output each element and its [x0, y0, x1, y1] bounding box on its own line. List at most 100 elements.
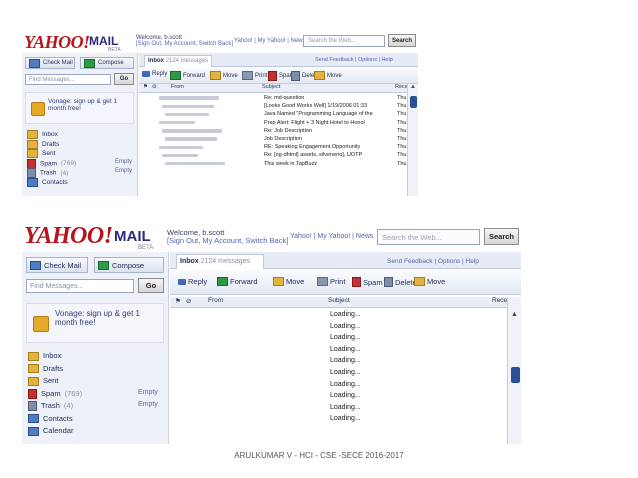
attach-column-icon[interactable]: ⊘ — [186, 297, 191, 305]
account-links[interactable]: [Sign Out, My Account, Switch Back] — [136, 41, 233, 47]
toolbar-reply-button[interactable]: Reply — [142, 71, 167, 77]
folder-spam[interactable]: Spam (769) — [28, 389, 82, 399]
go-button[interactable]: Go — [114, 73, 134, 85]
message-row[interactable]: Prep Alert: Flight + 3 Night Hotel to Ho… — [139, 119, 407, 127]
folder-spam[interactable]: Spam (769) — [27, 158, 76, 169]
find-messages-input[interactable]: Find Messages... — [25, 74, 111, 85]
flag-column-icon[interactable]: ⚑ — [143, 84, 148, 90]
move-icon — [414, 277, 425, 286]
check-mail-button[interactable]: Check Mail — [25, 57, 75, 69]
subject-column-header[interactable]: Subject — [262, 84, 280, 90]
empty-trash-link[interactable]: Empty — [115, 168, 132, 174]
from-column-header[interactable]: From — [171, 84, 184, 90]
subject-column-header[interactable]: Subject — [328, 297, 350, 304]
folder-list: Inbox Drafts Sent Spam (769) Empty Trash (4) Emp… — [28, 351, 166, 444]
scroll-up-arrow[interactable]: ▲ — [410, 84, 416, 90]
help-links[interactable]: Send Feedback | Options | Help — [387, 258, 479, 265]
message-row[interactable]: This week in TapBuzz Thu, — [139, 160, 407, 168]
folder-inbox[interactable]: Inbox — [27, 130, 62, 139]
toolbar-print-button[interactable]: Print — [317, 277, 345, 286]
message-row[interactable]: Loading... — [170, 379, 507, 391]
folder-drafts[interactable]: Drafts — [28, 364, 67, 374]
message-row[interactable]: [Looks Good Works Well] 1/19/2006 01:33 T… — [139, 102, 407, 110]
scroll-up-arrow[interactable]: ▲ — [511, 311, 518, 318]
help-links[interactable]: Send Feedback | Options | Help — [315, 57, 393, 63]
message-row[interactable]: Job Description Thu, — [139, 135, 407, 143]
folder-drafts[interactable]: Drafts — [27, 139, 63, 149]
message-row[interactable]: Loading... — [170, 321, 507, 333]
folder-sent[interactable]: Sent — [28, 376, 62, 386]
compose-label: Compose — [112, 260, 145, 270]
drafts-folder-icon — [28, 364, 39, 374]
search-button[interactable]: Search — [484, 228, 519, 245]
message-scrollbar[interactable]: ▲ — [407, 84, 418, 196]
message-row[interactable]: Loading... — [170, 355, 507, 367]
top-nav-links[interactable]: Yahoo! | My Yahoo! | News — [290, 233, 373, 240]
vonage-promo[interactable]: Vonage: sign up & get 1 month free! — [26, 303, 164, 343]
message-row[interactable]: Loading... — [170, 390, 507, 402]
web-search-input[interactable]: Search the Web... — [303, 35, 385, 47]
search-button[interactable]: Search — [388, 34, 416, 47]
toolbar-delete-button[interactable]: Delete — [384, 277, 417, 287]
go-button[interactable]: Go — [138, 278, 164, 293]
slide-footer: ARULKUMAR V - HCI - CSE -SECE 2016-2017 — [234, 451, 404, 460]
attach-column-icon[interactable]: ⊘ — [152, 84, 157, 90]
message-row[interactable]: Loading... — [170, 344, 507, 356]
folder-sent[interactable]: Sent — [27, 149, 59, 158]
inbox-folder-icon — [27, 130, 38, 139]
vonage-promo[interactable]: Vonage: sign up & get 1 month free! — [25, 92, 134, 124]
sender-redacted — [165, 137, 217, 141]
empty-spam-link[interactable]: Empty — [115, 159, 132, 165]
received-column-header[interactable]: Received — [492, 297, 507, 304]
check-mail-button[interactable]: Check Mail — [26, 257, 88, 273]
folder-trash[interactable]: Trash (4) — [28, 401, 73, 412]
top-nav-links[interactable]: Yahoo! | My Yahoo! | News — [234, 38, 306, 44]
folder-calendar[interactable]: Calendar — [28, 426, 77, 436]
message-date: Thu, — [397, 160, 407, 167]
account-links[interactable]: [Sign Out, My Account, Switch Back] — [167, 236, 288, 245]
screenshot-top: YAHOO! MAIL BETA Welcome, b.scott [Sign … — [22, 30, 418, 196]
toolbar-move-button[interactable]: Move — [210, 71, 238, 80]
message-toolbar: Reply Forward Move Print Spam Delete Move — [139, 68, 418, 84]
message-row[interactable]: Loading... — [170, 413, 507, 425]
from-column-header[interactable]: From — [208, 297, 223, 304]
message-row[interactable]: Re: Job Description Thu, — [139, 127, 407, 135]
message-subject: Loading... — [330, 380, 361, 388]
toolbar-label: Move — [327, 72, 342, 79]
message-row[interactable]: Java Named "Programming Language of the T… — [139, 110, 407, 118]
compose-button[interactable]: Compose — [94, 257, 164, 273]
tab-inbox[interactable]: Inbox 2124 messages — [176, 254, 264, 269]
message-row[interactable]: Loading... — [170, 309, 507, 321]
message-row[interactable]: RE: Speaking Engagement Opportunity Thu, — [139, 143, 407, 151]
toolbar-move-button[interactable]: Move — [273, 277, 304, 286]
find-messages-input[interactable]: Find Messages... — [26, 279, 134, 293]
scroll-thumb[interactable] — [511, 367, 520, 383]
message-row[interactable]: Loading... — [170, 367, 507, 379]
tab-inbox[interactable]: Inbox 2124 messages — [144, 55, 212, 67]
toolbar-move-button[interactable]: Move — [314, 71, 342, 80]
folder-inbox[interactable]: Inbox — [28, 351, 65, 361]
message-list-header: ⚑ ⊘ From Subject Received — [170, 297, 507, 308]
toolbar-move-button[interactable]: Move — [414, 277, 445, 286]
message-row[interactable]: Re: md-question Thu, — [139, 94, 407, 102]
folder-contacts[interactable]: Contacts — [28, 414, 77, 424]
sender-redacted — [165, 112, 209, 117]
web-search-input[interactable]: Search the Web... — [377, 229, 480, 245]
compose-button[interactable]: Compose — [80, 57, 134, 69]
folder-contacts[interactable]: Contacts — [27, 177, 72, 187]
toolbar-forward-button[interactable]: Forward — [170, 71, 205, 80]
message-row[interactable]: Loading... — [170, 402, 507, 414]
toolbar-print-button[interactable]: Print — [242, 71, 267, 80]
message-scrollbar[interactable]: ▲ — [507, 297, 521, 444]
scroll-thumb[interactable] — [410, 96, 417, 108]
folder-trash[interactable]: Trash (4) — [27, 168, 68, 178]
empty-trash-link[interactable]: Empty — [138, 401, 158, 408]
message-row[interactable]: Loading... — [170, 332, 507, 344]
empty-spam-link[interactable]: Empty — [138, 389, 158, 396]
toolbar-reply-button[interactable]: Reply — [178, 277, 207, 286]
message-row[interactable]: Re: [ng-dhtml] assets, silvenerio], UOTP… — [139, 151, 407, 159]
flag-column-icon[interactable]: ⚑ — [175, 297, 181, 305]
contacts-folder-icon — [28, 414, 39, 424]
toolbar-forward-button[interactable]: Forward — [217, 277, 258, 286]
toolbar-spam-button[interactable]: Spam — [352, 277, 383, 287]
